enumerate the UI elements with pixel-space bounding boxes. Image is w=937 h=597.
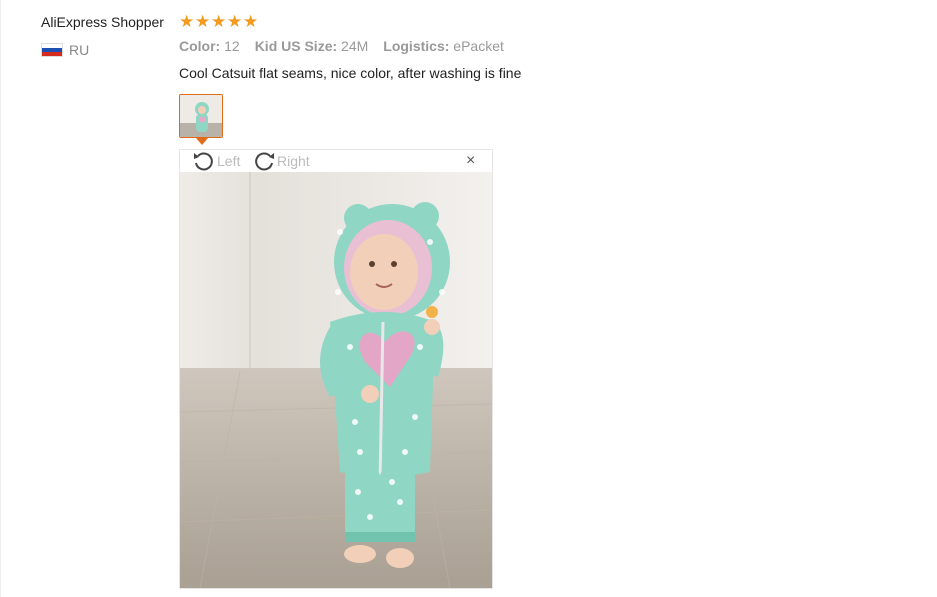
review-photo-thumbnail[interactable] [179,94,223,138]
thumbnail-image [180,95,222,137]
country-code: RU [69,42,90,58]
photo-viewer: Left Right × [179,149,493,589]
attribute-label: Color: [179,38,221,54]
attribute-value: 12 [224,38,240,54]
rotate-right-label: Right [277,153,310,169]
star-icon: ★ [179,12,195,31]
review-comment: Cool Catsuit flat seams, nice color, aft… [179,65,522,81]
reviewer-country: RU [41,42,89,58]
rotate-left-button[interactable]: Left [192,150,240,172]
rotate-right-icon [255,152,274,171]
page-left-border [0,0,1,597]
review-photo-image [180,172,492,588]
star-icon: ★ [211,12,227,31]
order-attributes: Color: 12 Kid US Size: 24M Logistics: eP… [179,38,519,54]
rotate-left-icon [194,152,213,171]
star-icon: ★ [227,12,243,31]
thumbnail-active-pointer [196,138,208,145]
star-icon: ★ [243,12,259,31]
review-photo [180,172,492,588]
reviewer-name: AliExpress Shopper [41,14,164,30]
photo-viewer-toolbar: Left Right × [180,150,492,172]
attribute-label: Kid US Size: [254,38,338,54]
rating-stars: ★ ★ ★ ★ ★ [179,13,259,31]
rotate-left-label: Left [217,153,241,169]
rotate-right-button[interactable]: Right [252,150,310,172]
attribute-color: Color: 12 [179,38,240,54]
attribute-value: ePacket [453,38,504,54]
russia-flag-icon [41,43,63,57]
attribute-value: 24M [341,38,369,54]
close-icon[interactable]: × [466,152,475,170]
star-icon: ★ [195,12,211,31]
attribute-label: Logistics: [383,38,450,54]
attribute-logistics: Logistics: ePacket [383,38,504,54]
attribute-size: Kid US Size: 24M [255,38,369,54]
